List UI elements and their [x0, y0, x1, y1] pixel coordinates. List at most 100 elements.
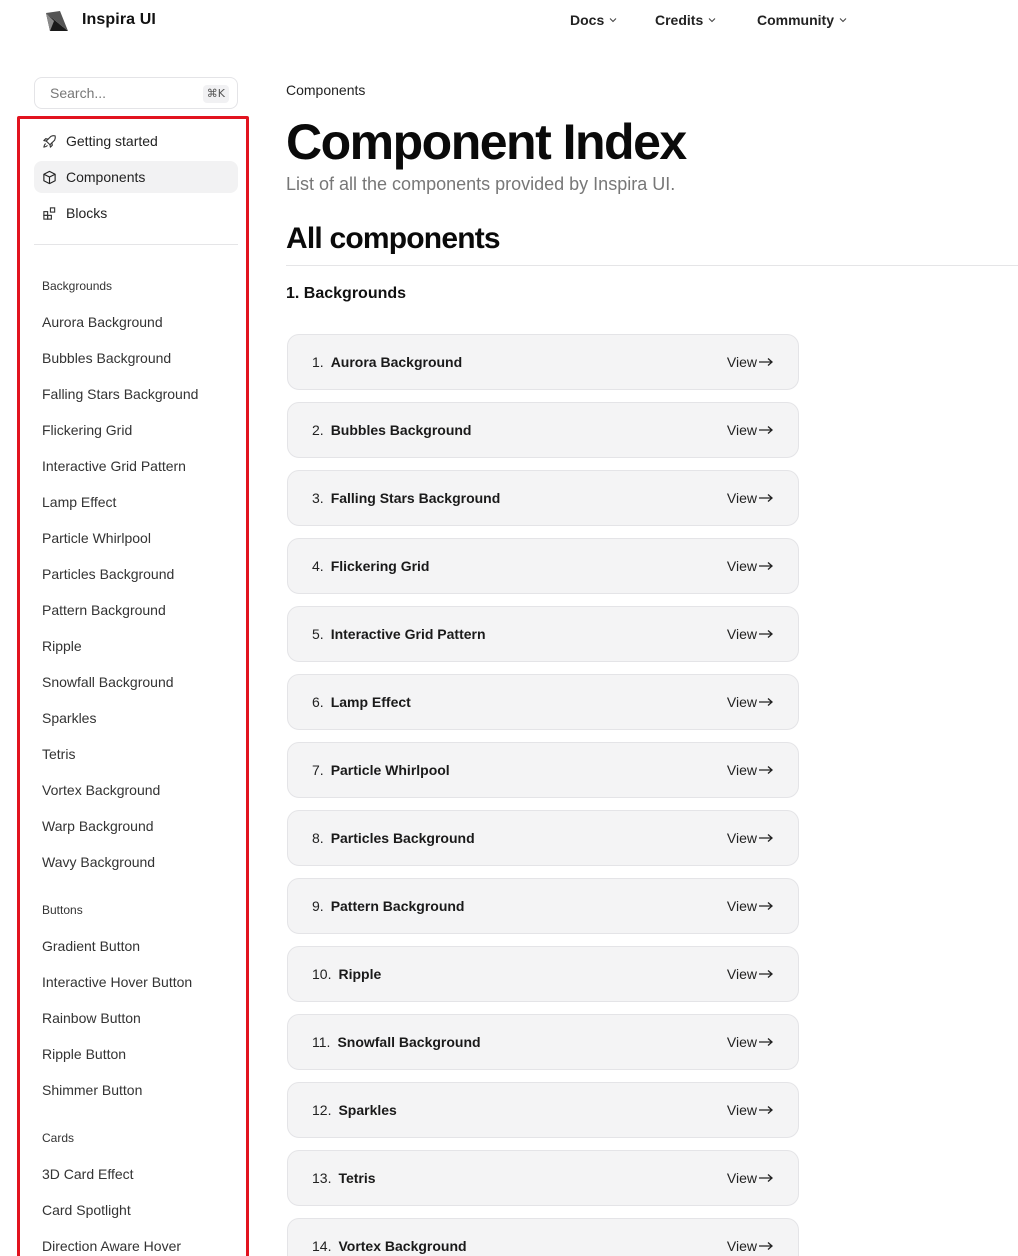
arrow-right-icon: [759, 698, 773, 706]
component-card[interactable]: 13. Tetris View: [287, 1150, 799, 1206]
component-card[interactable]: 8. Particles Background View: [287, 810, 799, 866]
component-number: 9.: [312, 898, 324, 914]
sidebar-item-rainbow-button[interactable]: Rainbow Button: [42, 1010, 141, 1026]
view-link[interactable]: View: [727, 354, 774, 370]
nav-docs[interactable]: Docs: [570, 12, 617, 28]
arrow-right-icon: [759, 1242, 773, 1250]
page-title: Component Index: [286, 114, 687, 170]
nav-credits[interactable]: Credits: [655, 12, 716, 28]
sidebar-item-3d-card-effect[interactable]: 3D Card Effect: [42, 1166, 134, 1182]
view-label: View: [726, 354, 757, 370]
arrow-right-icon: [759, 902, 773, 910]
search-shortcut-badge: ⌘K: [202, 85, 229, 103]
view-link[interactable]: View: [727, 626, 774, 642]
sidebar-item-getting-started[interactable]: Getting started: [34, 125, 238, 157]
sidebar-item-interactive-hover-button[interactable]: Interactive Hover Button: [42, 974, 192, 990]
component-card[interactable]: 9. Pattern Background View: [287, 878, 799, 934]
component-name: Vortex Background: [338, 1238, 467, 1254]
sidebar-item-ripple-button[interactable]: Ripple Button: [42, 1046, 126, 1062]
component-card[interactable]: 5. Interactive Grid Pattern View: [287, 606, 799, 662]
view-link[interactable]: View: [727, 830, 774, 846]
sidebar-item-label: Blocks: [66, 205, 108, 221]
sidebar-item-bubbles-background[interactable]: Bubbles Background: [42, 350, 171, 366]
sidebar-item-wavy-background[interactable]: Wavy Background: [42, 854, 155, 870]
arrow-right-icon: [759, 562, 773, 570]
search-input[interactable]: [50, 85, 190, 101]
view-link[interactable]: View: [727, 422, 774, 438]
component-number: 11.: [312, 1034, 331, 1050]
sidebar-item-label: Components: [66, 169, 146, 185]
view-link[interactable]: View: [727, 558, 774, 574]
component-card[interactable]: 1. Aurora Background View: [287, 334, 799, 390]
chevron-down-icon: [609, 18, 617, 23]
sidebar-item-lamp-effect[interactable]: Lamp Effect: [42, 494, 116, 510]
subsection-title: 1. Backgrounds: [286, 285, 407, 302]
sidebar-item-particle-whirlpool[interactable]: Particle Whirlpool: [42, 530, 151, 546]
sidebar-item-interactive-grid-pattern[interactable]: Interactive Grid Pattern: [42, 458, 186, 474]
sidebar-item-snowfall-background[interactable]: Snowfall Background: [42, 674, 174, 690]
component-number: 12.: [312, 1102, 332, 1118]
view-link[interactable]: View: [727, 1170, 774, 1186]
brand-name[interactable]: Inspira UI: [82, 11, 156, 29]
view-link[interactable]: View: [727, 1238, 774, 1254]
component-card[interactable]: 2. Bubbles Background View: [287, 402, 799, 458]
component-number: 3.: [312, 490, 324, 506]
sidebar-item-card-spotlight[interactable]: Card Spotlight: [42, 1202, 131, 1218]
sidebar-item-aurora-background[interactable]: Aurora Background: [42, 314, 163, 330]
view-label: View: [726, 558, 757, 574]
sidebar-item-pattern-background[interactable]: Pattern Background: [42, 602, 166, 618]
nav-docs-label: Docs: [570, 12, 605, 28]
component-card[interactable]: 4. Flickering Grid View: [287, 538, 799, 594]
view-label: View: [726, 422, 757, 438]
component-card[interactable]: 6. Lamp Effect View: [287, 674, 799, 730]
component-number: 6.: [312, 694, 324, 710]
view-link[interactable]: View: [727, 1102, 774, 1118]
nav-credits-label: Credits: [655, 12, 704, 28]
component-name: Bubbles Background: [330, 422, 472, 438]
logo-icon[interactable]: [44, 9, 70, 33]
view-link[interactable]: View: [727, 762, 774, 778]
component-card[interactable]: 7. Particle Whirlpool View: [287, 742, 799, 798]
sidebar-item-components[interactable]: Components: [34, 161, 238, 193]
sidebar-item-particles-background[interactable]: Particles Background: [42, 566, 174, 582]
component-name: Particles Background: [330, 830, 475, 846]
component-card[interactable]: 12. Sparkles View: [287, 1082, 799, 1138]
sidebar-item-blocks[interactable]: Blocks: [34, 197, 238, 229]
search-box[interactable]: ⌘K: [34, 77, 238, 109]
view-link[interactable]: View: [727, 694, 774, 710]
view-link[interactable]: View: [727, 898, 774, 914]
view-label: View: [726, 830, 757, 846]
arrow-right-icon: [759, 834, 773, 842]
sidebar-item-direction-aware-hover[interactable]: Direction Aware Hover: [42, 1238, 181, 1254]
component-name: Falling Stars Background: [330, 490, 501, 506]
component-number: 1.: [312, 354, 324, 370]
view-link[interactable]: View: [727, 1034, 774, 1050]
breadcrumb[interactable]: Components: [286, 82, 365, 98]
sidebar-item-gradient-button[interactable]: Gradient Button: [42, 938, 140, 954]
component-number: 13.: [312, 1170, 332, 1186]
sidebar-item-flickering-grid[interactable]: Flickering Grid: [42, 422, 132, 438]
sidebar-item-vortex-background[interactable]: Vortex Background: [42, 782, 160, 798]
component-card[interactable]: 3. Falling Stars Background View: [287, 470, 799, 526]
arrow-right-icon: [759, 630, 773, 638]
sidebar-item-tetris[interactable]: Tetris: [42, 746, 75, 762]
sidebar-item-sparkles[interactable]: Sparkles: [42, 710, 96, 726]
component-card[interactable]: 10. Ripple View: [287, 946, 799, 1002]
view-link[interactable]: View: [727, 966, 774, 982]
sidebar-item-shimmer-button[interactable]: Shimmer Button: [42, 1082, 142, 1098]
nav-community[interactable]: Community: [757, 12, 847, 28]
view-label: View: [726, 898, 757, 914]
sidebar-item-ripple[interactable]: Ripple: [42, 638, 82, 654]
sidebar-item-warp-background[interactable]: Warp Background: [42, 818, 154, 834]
sidebar-group-backgrounds: Backgrounds: [42, 279, 113, 293]
arrow-right-icon: [759, 426, 773, 434]
section-title: All components: [286, 222, 501, 255]
view-link[interactable]: View: [727, 490, 774, 506]
component-card[interactable]: 11. Snowfall Background View: [287, 1014, 799, 1070]
page-subtitle: List of all the components provided by I…: [286, 174, 676, 194]
component-card[interactable]: 14. Vortex Background View: [287, 1218, 799, 1256]
sidebar-item-falling-stars-background[interactable]: Falling Stars Background: [42, 386, 198, 402]
arrow-right-icon: [759, 766, 773, 774]
view-label: View: [726, 1170, 757, 1186]
chevron-down-icon: [708, 18, 716, 23]
